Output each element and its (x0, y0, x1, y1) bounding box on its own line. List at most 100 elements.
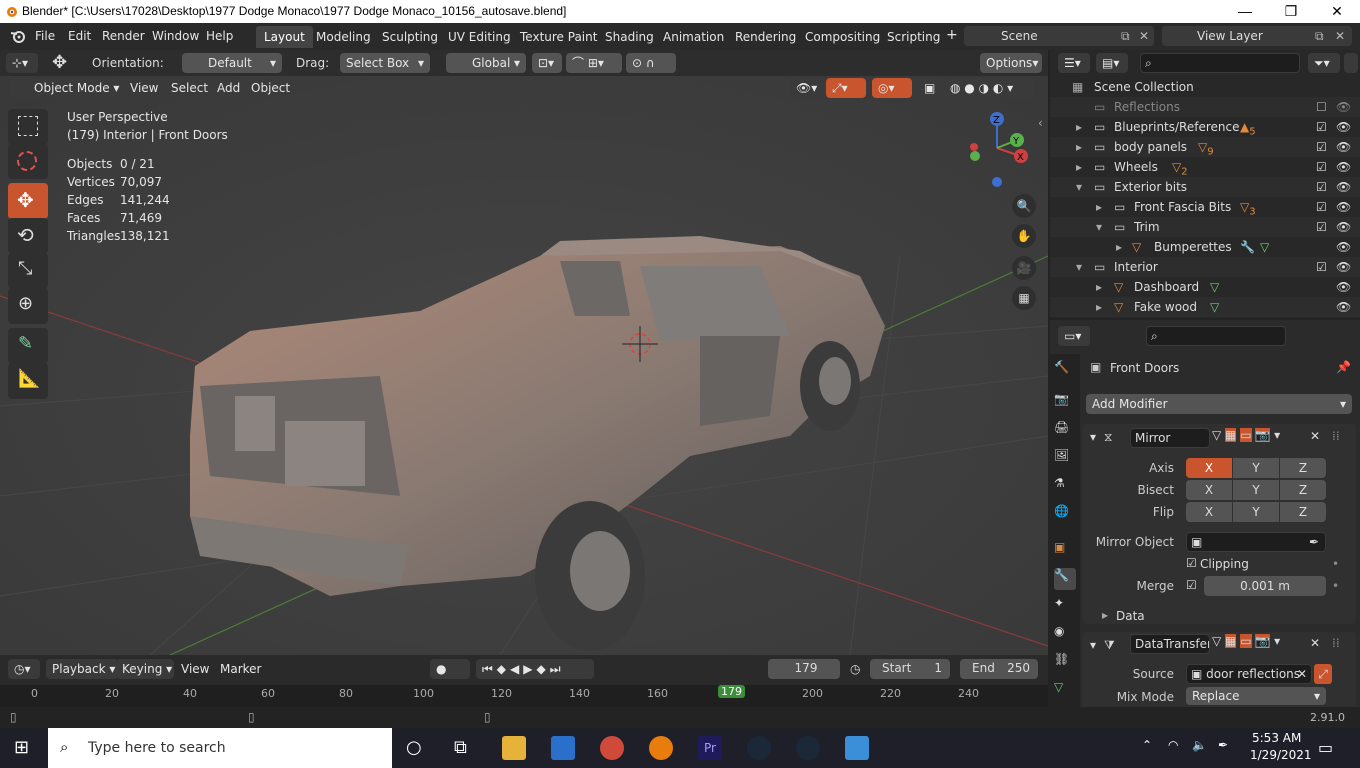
properties-editor-type[interactable]: ▭▾ (1058, 326, 1090, 346)
tab-shading[interactable]: Shading (597, 26, 662, 48)
source-object-field[interactable]: ▣ door reflections ✕ (1186, 664, 1312, 684)
outliner-row[interactable]: ▸ ▽ Bumperettes 🔧 ▽ 👁 (1050, 237, 1360, 257)
eye-icon[interactable]: 👁 (1336, 137, 1351, 157)
move-tool[interactable]: ✥ (8, 183, 48, 219)
view-layer-selector[interactable]: View Layer ⧉ ✕ (1162, 26, 1352, 46)
outliner-row[interactable]: ▾ ▭ Trim ☑ 👁 (1050, 217, 1360, 237)
drag-handle-icon[interactable]: ⁞⁞ (1332, 636, 1340, 650)
viewport-menu-select[interactable]: Select (171, 81, 208, 95)
notifications-icon[interactable]: ▭ (1318, 738, 1333, 757)
volume-icon[interactable]: 🔈 (1192, 738, 1207, 752)
checkbox-icon[interactable]: ☑ (1316, 157, 1327, 177)
show-hidden-icons-icon[interactable]: ⌃ (1142, 738, 1152, 752)
options-dropdown[interactable]: Options▾ (980, 53, 1042, 73)
render-tab-icon[interactable]: 📷 (1054, 392, 1076, 414)
modifier-tab-icon[interactable]: 🔧 (1054, 568, 1076, 590)
3d-viewport[interactable]: Object Mode ▾ View Select Add Object 👁▾ … (0, 76, 1048, 655)
flip-y-toggle[interactable]: Y (1233, 502, 1279, 522)
scale-tool[interactable]: ⤡ (8, 253, 48, 289)
outliner-row[interactable]: ▭ Reflections ☐ 👁 (1050, 97, 1360, 117)
navigation-gizmo[interactable]: Z X Y (960, 108, 1040, 188)
data-subpanel-label[interactable]: Data (1116, 609, 1145, 623)
modifier-display-toggles[interactable]: ▽ ▦ ▭ 📷 ▾ (1212, 428, 1316, 448)
playback-controls[interactable]: ⏮◆◀▶◆⏭ (476, 659, 594, 679)
snapping-toggle[interactable]: ⌒ ⊞▾ (566, 53, 622, 73)
minimize-button[interactable]: — (1222, 0, 1268, 23)
outliner-row[interactable]: ▸ ▭ body panels ▽9 ☑ 👁 (1050, 137, 1360, 157)
eye-icon[interactable]: 👁 (1336, 117, 1351, 137)
bisect-z-toggle[interactable]: Z (1280, 480, 1326, 500)
drag-handle-icon[interactable]: ⁞⁞ (1332, 429, 1340, 443)
flip-z-toggle[interactable]: Z (1280, 502, 1326, 522)
eye-icon[interactable]: 👁 (1336, 97, 1351, 117)
outliner-row[interactable]: ▾ ▭ Interior ☑ 👁 (1050, 257, 1360, 277)
transform-orientation-dropdown[interactable]: Global ▾ (446, 53, 526, 73)
add-modifier-dropdown[interactable]: Add Modifier ▾ (1086, 394, 1352, 414)
proportional-editing-toggle[interactable]: ⊙ ∩ (626, 53, 676, 73)
windows-start-icon[interactable]: ⊞ (14, 737, 29, 758)
outliner-search-input[interactable]: ⌕ (1140, 53, 1300, 73)
outliner-row[interactable]: ▾ ▭ Exterior bits ☑ 👁 (1050, 177, 1360, 197)
outliner-filter-dropdown[interactable]: ⏷▾ (1308, 53, 1340, 73)
pivot-point-dropdown[interactable]: ⊡▾ (532, 53, 562, 73)
eyedropper-icon[interactable]: ✒ (1309, 533, 1319, 551)
xray-toggle[interactable]: ▣ (918, 78, 940, 98)
clear-source-icon[interactable]: ✕ (1297, 665, 1307, 683)
menu-window[interactable]: Window (152, 29, 199, 43)
expand-icon[interactable]: ▸ (1102, 608, 1108, 622)
select-box-tool[interactable] (8, 109, 48, 145)
view-layer-tab-icon[interactable]: 🖼 (1054, 448, 1076, 470)
taskbar-search-box[interactable]: ⌕ Type here to search (48, 728, 392, 768)
bisect-y-toggle[interactable]: Y (1233, 480, 1279, 500)
eye-icon[interactable]: 👁 (1336, 297, 1351, 317)
overlays-toggle[interactable]: ◎▾ (872, 78, 912, 98)
viewport-menu-object[interactable]: Object (251, 81, 290, 95)
timeline-editor-type[interactable]: ◷▾ (8, 659, 40, 679)
tab-animation[interactable]: Animation (655, 26, 732, 48)
new-scene-icon[interactable]: ⧉ (1121, 27, 1130, 45)
menu-file[interactable]: File (35, 29, 55, 43)
eye-icon[interactable]: 👁 (1336, 257, 1351, 277)
tool-tab-icon[interactable]: 🔨 (1054, 360, 1076, 382)
clock-date[interactable]: 1/29/2021 (1250, 748, 1312, 762)
world-tab-icon[interactable]: 🌐 (1054, 504, 1076, 526)
menu-render[interactable]: Render (102, 29, 145, 43)
mesh-data-tab-icon[interactable]: ▽ (1054, 680, 1076, 702)
blender-menu-icon[interactable] (10, 29, 26, 44)
eye-icon[interactable]: 👁 (1336, 177, 1351, 197)
pan-hand-icon[interactable]: ✋ (1012, 224, 1036, 248)
timeline-menu-view[interactable]: View (181, 662, 209, 676)
gizmo-toggle[interactable]: ⤢▾ (826, 78, 866, 98)
new-view-layer-icon[interactable]: ⧉ (1315, 27, 1324, 45)
tab-uv-editing[interactable]: UV Editing (440, 26, 519, 48)
measure-tool[interactable]: 📐 (8, 363, 48, 399)
camera-view-icon[interactable]: 🎥 (1012, 256, 1036, 280)
mirror-modifier-name-field[interactable]: Mirror (1130, 428, 1210, 448)
premiere-icon[interactable]: Pr (698, 736, 722, 760)
preview-range-icon[interactable]: ◷ (850, 662, 860, 676)
mode-dropdown[interactable]: Object Mode ▾ (10, 78, 119, 98)
datatransfer-modifier-name-field[interactable]: DataTransfer (1130, 634, 1210, 654)
pin-icon[interactable]: 📌 (1336, 360, 1351, 374)
outliner-row-scene-collection[interactable]: ▦ Scene Collection (1050, 77, 1360, 97)
shading-mode-buttons[interactable]: ◍ ● ◑ ◐ ▾ (944, 78, 1034, 98)
flip-x-toggle[interactable]: X (1186, 502, 1232, 522)
tab-compositing[interactable]: Compositing (797, 26, 888, 48)
clipping-checkbox[interactable]: ☑ (1186, 556, 1197, 570)
checkbox-icon[interactable]: ☑ (1316, 177, 1327, 197)
menu-edit[interactable]: Edit (68, 29, 91, 43)
checkbox-icon[interactable]: ☑ (1316, 137, 1327, 157)
transform-tool[interactable]: ⊕ (8, 288, 48, 324)
checkbox-icon[interactable]: ☑ (1316, 257, 1327, 277)
eye-icon[interactable]: 👁 (1336, 277, 1351, 297)
eye-icon[interactable]: 👁 (1336, 237, 1351, 257)
tab-scripting[interactable]: Scripting (879, 26, 948, 48)
menu-help[interactable]: Help (206, 29, 233, 43)
modifier-display-toggles[interactable]: ▽ ▦ ▭ 📷 ▾ (1212, 634, 1316, 654)
new-collection-button[interactable] (1344, 53, 1358, 73)
clock-time[interactable]: 5:53 AM (1252, 731, 1301, 745)
outliner-row[interactable]: ▸ ▽ Dashboard ▽ 👁 (1050, 277, 1360, 297)
remove-modifier-icon[interactable]: ✕ (1310, 636, 1320, 650)
task-view-icon[interactable]: ⧉ (454, 737, 467, 758)
mirror-object-field[interactable]: ▣ ✒ (1186, 532, 1326, 552)
